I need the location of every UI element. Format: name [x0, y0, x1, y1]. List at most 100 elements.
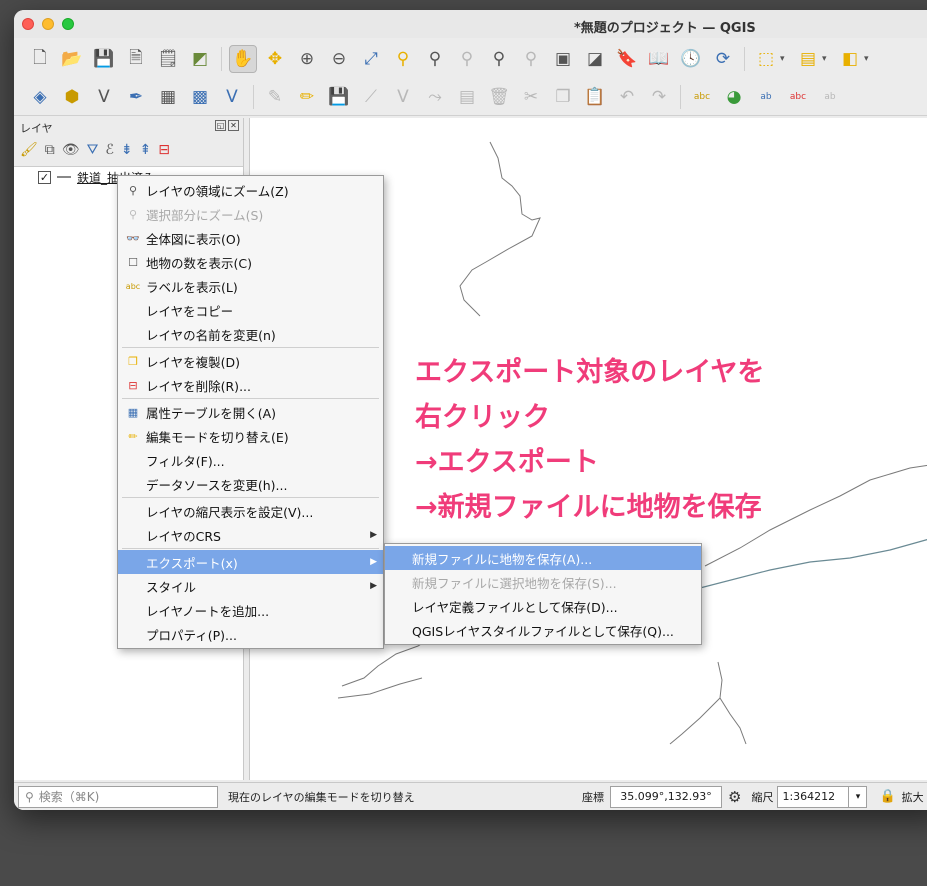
bookmark-icon[interactable]: 🔖: [613, 45, 641, 73]
label-tool-icon[interactable]: abc: [688, 83, 716, 111]
close-window-button[interactable]: [22, 18, 34, 30]
menu-item-copy-layer[interactable]: レイヤをコピー: [118, 298, 383, 322]
paste-icon[interactable]: 📋: [581, 83, 609, 111]
zoom-to-selection-icon[interactable]: ⚲: [389, 45, 417, 73]
zoom-out-icon[interactable]: ⊖: [325, 45, 353, 73]
data-source-manager-icon[interactable]: ◈: [26, 83, 54, 111]
modify-attributes-icon[interactable]: ⤳: [421, 83, 449, 111]
attribute-table-icon[interactable]: ▤: [794, 45, 822, 73]
pan-to-selection-icon[interactable]: ✥: [261, 45, 289, 73]
new-3d-view-icon[interactable]: ◪: [581, 45, 609, 73]
menu-item-add-layer-notes[interactable]: レイヤノートを追加...: [118, 598, 383, 622]
new-map-view-icon[interactable]: ▣: [549, 45, 577, 73]
filter-expression-icon[interactable]: ℰ: [105, 142, 113, 158]
submenu-item-save-as-layer-definition[interactable]: レイヤ定義ファイルとして保存(D)...: [385, 594, 701, 618]
chevron-right-icon: ▶: [370, 530, 377, 540]
menu-item-layer-crs[interactable]: レイヤのCRS ▶: [118, 523, 383, 547]
menu-item-show-in-overview[interactable]: 👓 全体図に表示(O): [118, 226, 383, 250]
menu-item-toggle-editing[interactable]: ✏ 編集モードを切り替え(E): [118, 424, 383, 448]
new-virtual-icon[interactable]: ▩: [186, 83, 214, 111]
digitize-icon[interactable]: ✎: [261, 83, 289, 111]
new-geopackage-icon[interactable]: ⬢: [58, 83, 86, 111]
copy-icon[interactable]: ❐: [549, 83, 577, 111]
diagram-icon[interactable]: ◕: [720, 83, 748, 111]
deselect-icon[interactable]: ◧: [836, 45, 864, 73]
menu-item-export[interactable]: エクスポート(x) ▶: [118, 550, 383, 574]
status-message: 現在のレイヤの編集モードを切り替え: [228, 790, 415, 804]
toggle-extents-icon[interactable]: ⚙: [728, 788, 741, 806]
menu-item-rename-layer[interactable]: レイヤの名前を変更(n): [118, 322, 383, 346]
label-pin-icon[interactable]: ab: [752, 83, 780, 111]
zoom-to-layer-icon[interactable]: ⚲: [421, 45, 449, 73]
maximize-window-button[interactable]: [62, 18, 74, 30]
chevron-down-icon[interactable]: ▾: [864, 54, 874, 64]
menu-separator: [122, 398, 379, 399]
save-as-icon[interactable]: 🗎: [122, 45, 150, 73]
collapse-all-icon[interactable]: ⇞: [140, 142, 152, 158]
menu-item-set-scale-visibility[interactable]: レイヤの縮尺表示を設定(V)...: [118, 499, 383, 523]
submenu-item-save-features-as[interactable]: 新規ファイルに地物を保存(A)...: [385, 546, 701, 570]
chevron-down-icon[interactable]: ▾: [780, 54, 790, 64]
menu-item-duplicate-layer[interactable]: ❐ レイヤを複製(D): [118, 349, 383, 373]
submenu-item-save-as-qgis-style[interactable]: QGISレイヤスタイルファイルとして保存(Q)...: [385, 618, 701, 642]
pencil-icon: ✏: [128, 429, 138, 443]
label-move-icon[interactable]: ab: [816, 83, 844, 111]
refresh-icon[interactable]: ⟳: [709, 45, 737, 73]
menu-item-styles[interactable]: スタイル ▶: [118, 574, 383, 598]
style-brush-icon[interactable]: 🖌: [20, 142, 38, 158]
new-project-icon[interactable]: 🗋: [26, 45, 54, 73]
new-spatialite-icon[interactable]: ✒: [122, 83, 150, 111]
zoom-next-icon[interactable]: ⚲: [517, 45, 545, 73]
locator-search-input[interactable]: ⚲ 検索（⌘K): [18, 785, 218, 808]
undo-icon[interactable]: ↶: [613, 83, 641, 111]
coordinate-field[interactable]: 35.099°,132.93°: [610, 785, 722, 808]
vertex-tool-icon[interactable]: V: [389, 83, 417, 111]
zoom-last-icon[interactable]: ⚲: [485, 45, 513, 73]
minimize-window-button[interactable]: [42, 18, 54, 30]
layer-visibility-checkbox[interactable]: ✓: [38, 170, 51, 184]
refresh-time-icon[interactable]: 🕓: [677, 45, 705, 73]
select-features-icon[interactable]: ⬚: [752, 45, 780, 73]
visibility-eye-icon[interactable]: 👁: [62, 142, 80, 158]
style-manager-icon[interactable]: ◩: [186, 45, 214, 73]
add-feature-icon[interactable]: ⟋: [357, 83, 385, 111]
remove-layer-icon[interactable]: ⊟: [158, 142, 170, 158]
scale-combobox[interactable]: 1:364212 ▾: [777, 785, 868, 808]
zoom-in-icon[interactable]: ⊕: [293, 45, 321, 73]
expand-all-icon[interactable]: ⇟: [121, 142, 133, 158]
save-edits-icon[interactable]: 💾: [325, 83, 353, 111]
menu-item-show-labels[interactable]: abc ラベルを表示(L): [118, 274, 383, 298]
status-bar: ⚲ 検索（⌘K) 現在のレイヤの編集モードを切り替え 座標 35.099°,13…: [14, 782, 927, 810]
chevron-down-icon[interactable]: ▾: [848, 786, 866, 807]
menu-item-filter[interactable]: フィルタ(F)...: [118, 448, 383, 472]
new-shapefile-icon[interactable]: V: [90, 83, 118, 111]
label-unpin-icon[interactable]: abc: [784, 83, 812, 111]
lock-scale-icon[interactable]: 🔒: [879, 789, 895, 804]
filter-legend-icon[interactable]: ⛛: [87, 142, 99, 158]
show-bookmarks-icon[interactable]: 📖: [645, 45, 673, 73]
menu-item-change-data-source[interactable]: データソースを変更(h)...: [118, 472, 383, 496]
pan-icon[interactable]: ✋: [229, 45, 257, 73]
menu-item-zoom-to-layer[interactable]: ⚲ レイヤの領域にズーム(Z): [118, 178, 383, 202]
toggle-edit-icon[interactable]: ✏: [293, 83, 321, 111]
chevron-down-icon[interactable]: ▾: [822, 54, 832, 64]
menu-item-properties[interactable]: プロパティ(P)...: [118, 622, 383, 646]
save-project-icon[interactable]: 💾: [90, 45, 118, 73]
redo-icon[interactable]: ↷: [645, 83, 673, 111]
float-panel-icon[interactable]: ◱: [215, 120, 226, 131]
add-group-icon[interactable]: ⧉: [45, 142, 55, 158]
menu-item-open-attribute-table[interactable]: ▦ 属性テーブルを開く(A): [118, 400, 383, 424]
menu-item-show-feature-count[interactable]: ☐ 地物の数を表示(C): [118, 250, 383, 274]
delete-icon[interactable]: 🗑: [485, 83, 513, 111]
new-temp-layer-icon[interactable]: ▦: [154, 83, 182, 111]
zoom-full-icon[interactable]: ⤢: [357, 45, 385, 73]
cut-icon[interactable]: ✂: [517, 83, 545, 111]
open-project-icon[interactable]: 📂: [58, 45, 86, 73]
close-panel-icon[interactable]: ✕: [228, 120, 239, 131]
zoom-native-icon[interactable]: ⚲: [453, 45, 481, 73]
table-edit-icon[interactable]: ▤: [453, 83, 481, 111]
print-layout-icon[interactable]: 🗒: [154, 45, 182, 73]
menu-item-remove-layer[interactable]: ⊟ レイヤを削除(R)...: [118, 373, 383, 397]
new-mesh-icon[interactable]: V: [218, 83, 246, 111]
submenu-item-save-selected-features-as: 新規ファイルに選択地物を保存(S)...: [412, 575, 617, 591]
